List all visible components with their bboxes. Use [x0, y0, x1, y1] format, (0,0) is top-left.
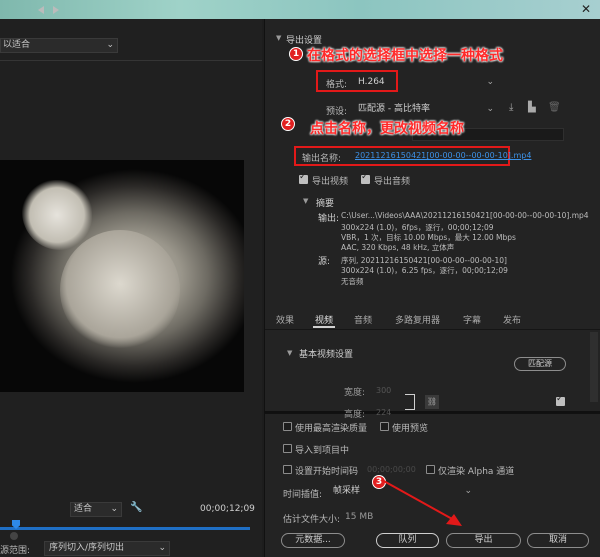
- in-point-icon[interactable]: [38, 6, 44, 14]
- height-value[interactable]: 224: [376, 408, 391, 417]
- tab-multiplexer[interactable]: 多路复用器: [395, 313, 440, 326]
- summary-output-line: C:\User...\Videos\AAA\20211216150421[00-…: [341, 211, 589, 220]
- export-audio-label: 导出音频: [374, 177, 411, 187]
- import-project-checkbox[interactable]: [283, 444, 292, 453]
- start-timecode-checkbox[interactable]: [283, 465, 292, 474]
- save-preset-icon[interactable]: ⤓: [509, 102, 521, 114]
- chevron-down-icon: ⌄: [106, 40, 114, 50]
- zoom-fit-label: 以适合: [3, 40, 31, 50]
- summary-source-line: 无音频: [341, 277, 364, 286]
- import-project-label: 导入到项目中: [295, 446, 350, 456]
- metadata-button[interactable]: 元数据...: [281, 533, 345, 548]
- out-point-icon[interactable]: [53, 6, 59, 14]
- trash-icon[interactable]: 🗑: [548, 102, 561, 114]
- collapse-chevron-icon[interactable]: ▼: [287, 349, 292, 357]
- divider: [265, 329, 600, 330]
- output-name-label: 输出名称:: [302, 154, 342, 164]
- settings-wrench-icon[interactable]: 🔧: [130, 502, 144, 516]
- tab-effects[interactable]: 效果: [276, 313, 294, 326]
- preview-fit-select[interactable]: 适合 ⌄: [70, 502, 122, 517]
- chevron-down-icon: ⌄: [486, 77, 494, 87]
- summary-output-key: 输出:: [318, 214, 340, 224]
- basic-video-checkbox[interactable]: [556, 394, 565, 406]
- chevron-down-icon: ⌄: [158, 543, 166, 553]
- preset-value: 匹配源 - 高比特率: [358, 104, 430, 114]
- top-image-strip: [0, 0, 600, 19]
- max-render-quality-checkbox[interactable]: [283, 422, 292, 431]
- summary-output-line: AAC, 320 Kbps, 48 kHz, 立体声: [341, 243, 455, 252]
- output-name-link[interactable]: 20211216150421[00-00-00--00-00-10].mp4: [355, 151, 531, 160]
- source-range-select[interactable]: 序列切入/序列切出 ⌄: [44, 541, 170, 556]
- collapse-chevron-icon[interactable]: ▼: [276, 34, 281, 42]
- close-icon[interactable]: ✕: [578, 2, 594, 16]
- width-value[interactable]: 300: [376, 386, 391, 395]
- link-chain-icon[interactable]: ⛓: [425, 395, 439, 409]
- collapse-chevron-icon[interactable]: ▼: [303, 197, 308, 205]
- max-render-quality-label: 使用最高渲染质量: [295, 424, 368, 434]
- annotation-text-1: 在格式的选择框中选择一种格式: [307, 48, 503, 64]
- timeline-bar[interactable]: [0, 527, 250, 530]
- source-range-label: 源范围:: [0, 546, 31, 556]
- aspect-link-bracket: [405, 394, 415, 410]
- start-timecode-label: 设置开始时间码: [295, 467, 359, 477]
- cancel-button[interactable]: 取消: [527, 533, 589, 548]
- use-preview-checkbox[interactable]: [380, 422, 389, 431]
- time-interpolation-label: 时间插值:: [283, 490, 323, 500]
- preset-label: 预设:: [326, 107, 348, 117]
- step-badge-1: 1: [289, 47, 303, 61]
- use-preview-label: 使用预览: [392, 424, 429, 434]
- chevron-down-icon: ⌄: [486, 104, 494, 114]
- match-source-button[interactable]: 匹配源: [514, 357, 566, 371]
- export-video-label: 导出视频: [312, 177, 349, 187]
- tab-publish[interactable]: 发布: [503, 313, 521, 326]
- preset-select[interactable]: 匹配源 - 高比特率 ⌄: [352, 101, 497, 117]
- source-range-value: 序列切入/序列切出: [49, 543, 125, 553]
- tab-audio[interactable]: 音频: [354, 313, 372, 326]
- zoom-scroll-handle[interactable]: [10, 532, 18, 540]
- summary-source-line: 300x224 (1.0)，6.25 fps，逐行，00;00;12;09: [341, 266, 508, 275]
- duration-timecode: 00;00;12;09: [200, 504, 255, 514]
- preview-dog-head: [60, 230, 180, 350]
- export-video-checkbox[interactable]: [299, 172, 308, 184]
- file-size-label: 估计文件大小:: [283, 515, 341, 525]
- annotation-arrow-icon: [381, 479, 462, 526]
- summary-title: 摘要: [316, 199, 335, 209]
- active-tab-indicator: [313, 326, 335, 328]
- height-label: 高度:: [344, 410, 366, 420]
- zoom-fit-select[interactable]: 以适合 ⌄: [0, 38, 118, 53]
- preview-fit-label: 适合: [74, 504, 93, 514]
- divider: [0, 60, 262, 61]
- time-interpolation-value: 帧采样: [333, 486, 361, 496]
- tab-video[interactable]: 视频: [315, 313, 333, 326]
- export-audio-checkbox[interactable]: [361, 172, 370, 184]
- summary-source-key: 源:: [318, 257, 331, 267]
- step-badge-2: 2: [281, 117, 295, 131]
- import-preset-icon[interactable]: ▙: [528, 102, 542, 114]
- chevron-down-icon: ⌄: [110, 504, 118, 514]
- width-label: 宽度:: [344, 388, 366, 398]
- scrollbar[interactable]: [590, 332, 598, 402]
- tab-captions[interactable]: 字幕: [463, 313, 481, 326]
- basic-video-settings-title: 基本视频设置: [299, 350, 354, 360]
- format-highlight-box: [316, 70, 398, 92]
- annotation-text-2: 点击名称，更改视频名称: [310, 121, 464, 137]
